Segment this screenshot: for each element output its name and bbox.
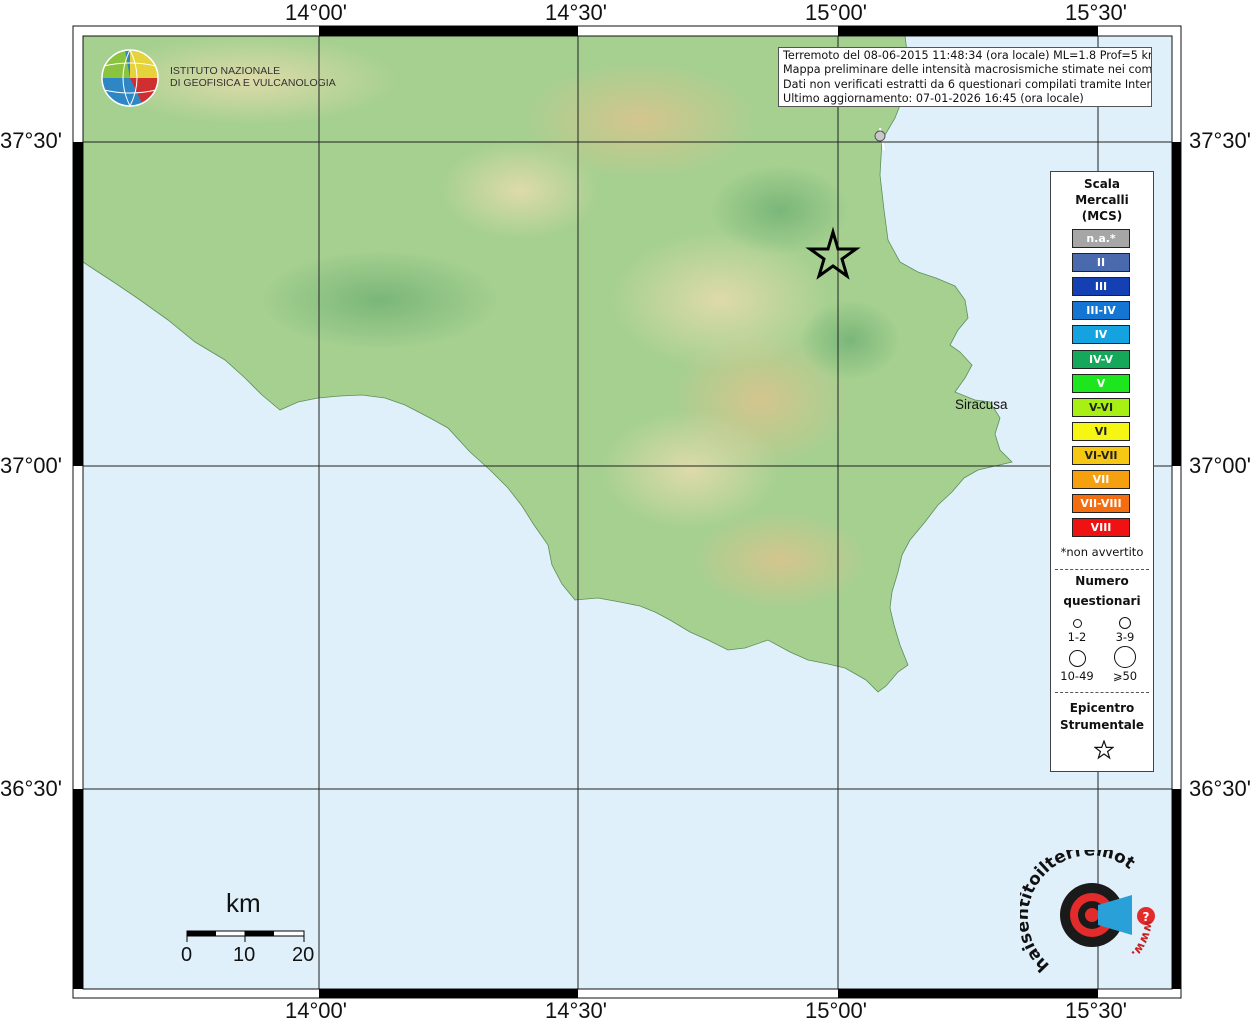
legend-swatch-iv: IV: [1072, 325, 1130, 345]
scale-unit: km: [226, 888, 261, 918]
legend-swatch-v-vi: V-VI: [1072, 397, 1130, 417]
lon-label-top-2: 14°30': [545, 0, 607, 25]
event-info-box: Terremoto del 08-06-2015 11:48:34 (ora l…: [778, 47, 1152, 107]
lat-label-right-1: 37°30': [1189, 128, 1251, 153]
map-view: ? 14°00' 14°30' 15°00' 15°30' 14°00' 14°…: [0, 0, 1254, 1024]
legend-title-line-1: Scala: [1083, 177, 1121, 191]
legend-separator-2: [1055, 692, 1149, 693]
legend-swatch-iii: III: [1072, 277, 1130, 297]
svg-text:www.: www.: [1128, 920, 1156, 961]
legend-swatch-v: V: [1072, 373, 1130, 393]
intensity-legend: Scala Mercalli (MCS) n.a.* II III III-IV IV I…: [1050, 171, 1154, 772]
scale-tick-10: 10: [233, 944, 256, 966]
legend-title-line-2: Mercalli: [1075, 193, 1129, 207]
legend-swatch-viii: VIII: [1072, 518, 1130, 538]
legend-swatch-iv-v: IV-V: [1072, 349, 1130, 369]
watermark-www: www.: [1128, 920, 1156, 961]
scale-tick-20: 20: [292, 944, 315, 966]
event-info-line-2: Mappa preliminare delle intensità macros…: [783, 63, 1152, 77]
questionari-title-2: questionari: [1063, 594, 1141, 608]
lat-label-left-1: 37°30': [0, 128, 62, 153]
legend-swatch-iii-iv: III-IV: [1072, 301, 1130, 321]
svg-text:haisentitoilterremoto.it: haisentitoilterremoto.it: [1020, 850, 1139, 976]
circle-size-xlarge: [1114, 646, 1136, 668]
event-info-line-3: Dati non verificati estratti da 6 questi…: [783, 77, 1152, 91]
lat-label-right-2: 37°00': [1189, 453, 1251, 478]
institute-name: ISTITUTO NAZIONALE DI GEOFISICA E VULCAN…: [170, 65, 336, 89]
legend-swatch-ii: II: [1072, 253, 1130, 273]
lat-label-left-2: 37°00': [0, 453, 62, 478]
lon-label-top-4: 15°30': [1065, 0, 1127, 25]
lon-label-bottom-3: 15°00': [805, 998, 867, 1023]
event-info-line-1: Terremoto del 08-06-2015 11:48:34 (ora l…: [783, 49, 1152, 62]
place-label-siracusa[interactable]: Siracusa: [955, 397, 1008, 412]
circle-label-3-9: 3-9: [1115, 630, 1135, 644]
legend-star-icon: [1094, 740, 1114, 760]
questionari-title-1: Numero: [1075, 574, 1129, 588]
circle-size-medium: [1119, 617, 1131, 629]
legend-swatch-vi-vii: VI-VII: [1072, 445, 1130, 465]
circle-size-large: [1069, 650, 1086, 667]
legend-title: Scala Mercalli (MCS): [1051, 176, 1153, 224]
legend-swatch-vi: VI: [1072, 421, 1130, 441]
lon-label-bottom-4: 15°30': [1065, 998, 1127, 1023]
circle-size-small: [1073, 619, 1082, 628]
event-info-line-4: Ultimo aggiornamento: 07-01-2026 16:45 (…: [783, 91, 1084, 105]
legend-title-line-3: (MCS): [1081, 209, 1123, 223]
lat-label-left-3: 36°30': [0, 776, 62, 801]
lon-label-bottom-2: 14°30': [545, 998, 607, 1023]
legend-swatch-vii-viii: VII-VIII: [1072, 494, 1130, 514]
scale-tick-0: 0: [181, 944, 193, 966]
legend-swatch-n-a: n.a.*: [1072, 229, 1130, 248]
legend-separator: [1055, 569, 1149, 570]
institute-line-2: DI GEOFISICA E VULCANOLOGIA: [170, 77, 336, 89]
watermark-text: haisentitoilterremoto.it www.: [1020, 850, 1156, 976]
ingv-logo: [101, 49, 159, 107]
lon-label-top-3: 15°00': [805, 0, 867, 25]
circle-label-1-2: 1-2: [1067, 630, 1087, 644]
epicentro-title-2: Strumentale: [1059, 718, 1145, 732]
institute-line-1: ISTITUTO NAZIONALE: [170, 65, 281, 77]
lon-label-bottom-1: 14°00': [285, 998, 347, 1023]
lon-label-top-1: 14°00': [285, 0, 347, 25]
circle-label-10-49: 10-49: [1060, 669, 1094, 683]
circle-label-50: ⩾50: [1112, 669, 1138, 683]
legend-note: *non avvertito: [1060, 545, 1144, 559]
legend-swatch-vii: VII: [1072, 470, 1130, 489]
watermark-site: haisentitoilterremoto.it: [1020, 850, 1139, 976]
lat-label-right-3: 36°30': [1189, 776, 1251, 801]
